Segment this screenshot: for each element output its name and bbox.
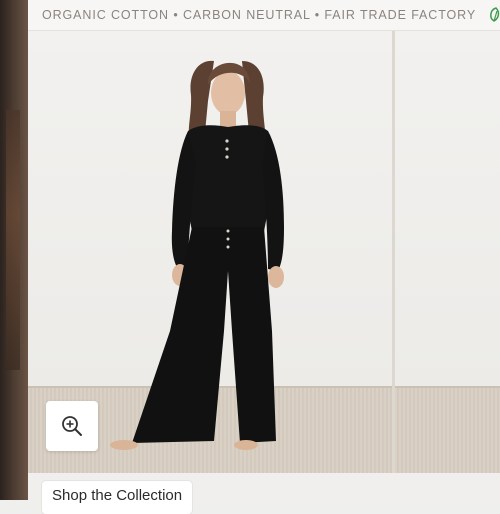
product-image-next[interactable]: [395, 31, 500, 473]
backdrop-floor: [395, 386, 500, 473]
zoom-button[interactable]: [46, 401, 98, 451]
backdrop-wall: [395, 31, 500, 386]
product-image-gallery[interactable]: [28, 31, 500, 473]
promo-banner-text: ORGANIC COTTON • CARBON NEUTRAL • FAIR T…: [42, 8, 477, 22]
promo-banner: ORGANIC COTTON • CARBON NEUTRAL • FAIR T…: [28, 0, 500, 31]
zoom-in-icon: [62, 416, 82, 436]
leaf-icon: [490, 7, 500, 22]
shop-collection-button[interactable]: Shop the Collection: [42, 481, 193, 514]
adjacent-image-edge: [0, 0, 28, 500]
